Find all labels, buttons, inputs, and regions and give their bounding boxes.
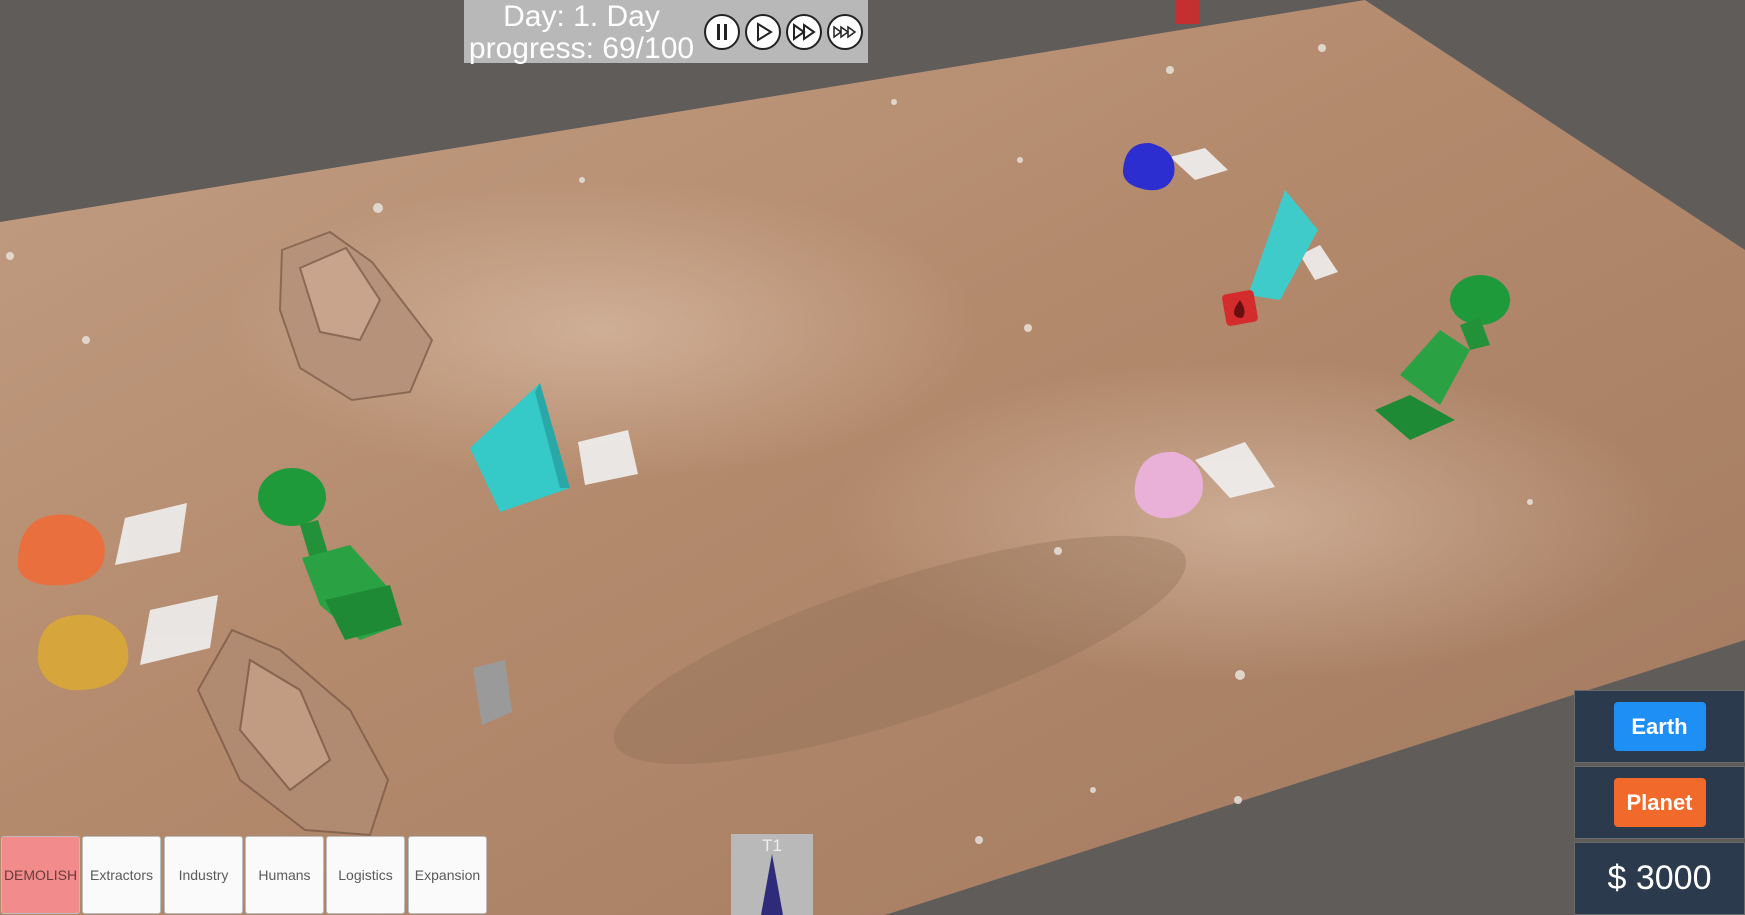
tier-indicator[interactable]: T1 bbox=[731, 834, 813, 915]
money-display: $ 3000 bbox=[1607, 859, 1712, 897]
pause-button[interactable] bbox=[704, 14, 740, 50]
industry-tab[interactable]: Industry bbox=[164, 836, 243, 914]
pause-icon bbox=[717, 24, 727, 40]
red-marker bbox=[1176, 0, 1200, 24]
orange-dome bbox=[17, 514, 105, 586]
extractors-tab[interactable]: Extractors bbox=[82, 836, 161, 914]
fastest-forward-icon bbox=[833, 25, 857, 39]
fast-forward-button[interactable] bbox=[786, 14, 822, 50]
humans-tab[interactable]: Humans bbox=[245, 836, 324, 914]
earth-button[interactable]: Earth bbox=[1613, 702, 1706, 751]
fastest-forward-button[interactable] bbox=[827, 14, 863, 50]
planet-button[interactable]: Planet bbox=[1613, 778, 1706, 827]
earth-panel: Earth bbox=[1574, 690, 1745, 763]
planet-panel: Planet bbox=[1574, 766, 1745, 839]
progress-label: progress: 69/100 bbox=[468, 32, 695, 65]
pink-dome bbox=[1134, 451, 1203, 519]
play-button[interactable] bbox=[745, 14, 781, 50]
money-panel: $ 3000 bbox=[1574, 842, 1745, 915]
day-label: Day: 1. Day bbox=[503, 0, 660, 33]
day-progress-panel: Day: 1. Day progress: 69/100 bbox=[464, 0, 868, 65]
logistics-tab[interactable]: Logistics bbox=[326, 836, 405, 914]
expansion-tab[interactable]: Expansion bbox=[408, 836, 487, 914]
play-icon bbox=[757, 22, 773, 42]
rocket-icon bbox=[761, 854, 783, 915]
demolish-button[interactable]: DEMOLISH bbox=[1, 836, 80, 914]
game-viewport[interactable] bbox=[0, 0, 1745, 915]
fast-forward-icon bbox=[793, 23, 816, 41]
